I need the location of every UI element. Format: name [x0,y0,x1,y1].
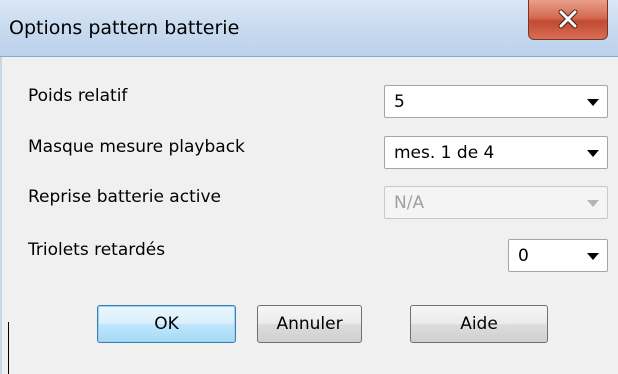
cancel-button[interactable]: Annuler [257,305,362,343]
drum-repeat-dropdown: N/A [384,186,608,219]
delayed-triplets-dropdown[interactable]: 0 [508,239,608,272]
relative-weight-label: Poids relatif [28,86,128,106]
close-icon [558,9,578,29]
playback-mask-label: Masque mesure playback [28,137,245,157]
chevron-down-icon [587,150,599,157]
window-frame-left [0,57,2,374]
ok-button[interactable]: OK [97,305,236,343]
help-button[interactable]: Aide [410,305,548,343]
relative-weight-value: 5 [394,92,405,112]
chevron-down-icon [587,200,599,207]
chevron-down-icon [587,99,599,106]
delayed-triplets-label: Triolets retardés [28,240,166,260]
close-button[interactable] [528,0,608,40]
window-frame-line [8,322,9,374]
drum-repeat-label: Reprise batterie active [28,187,221,207]
window-title: Options pattern batterie [9,17,240,39]
drum-repeat-value: N/A [394,193,425,213]
playback-mask-value: mes. 1 de 4 [394,143,495,163]
dialog-body: Poids relatif 5 Masque mesure playback m… [0,57,618,374]
delayed-triplets-value: 0 [518,246,529,266]
relative-weight-dropdown[interactable]: 5 [384,85,608,118]
chevron-down-icon [587,253,599,260]
playback-mask-dropdown[interactable]: mes. 1 de 4 [384,136,608,169]
title-bar: Options pattern batterie [0,0,618,57]
